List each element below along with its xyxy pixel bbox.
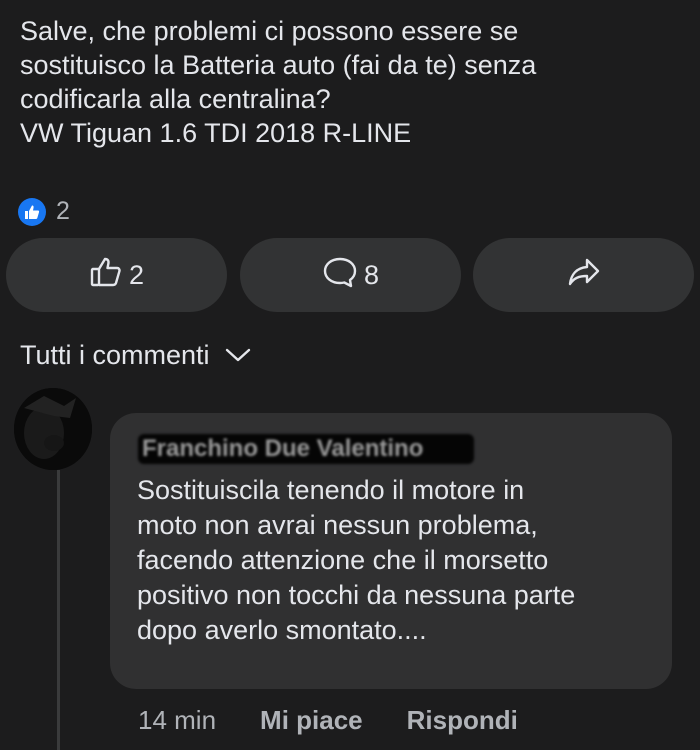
comment-line: moto non avrai nessun problema,: [137, 510, 538, 540]
share-button[interactable]: [473, 238, 694, 312]
post-line: sostituisco la Batteria auto (fai da te)…: [20, 50, 537, 80]
reaction-count: 2: [56, 197, 70, 225]
avatar[interactable]: [14, 388, 92, 470]
comment-time: 14 min: [138, 705, 217, 735]
comment-meta: 14 min Mi piace Rispondi: [138, 705, 562, 736]
reaction-summary[interactable]: 2: [18, 197, 70, 226]
comment-line: positivo non tocchi da nessuna parte: [137, 580, 576, 610]
comments-filter[interactable]: Tutti i commenti: [20, 340, 252, 371]
post-text: Salve, che problemi ci possono essere se…: [20, 14, 680, 150]
comment-button[interactable]: 8: [240, 238, 461, 312]
thread-line: [57, 470, 60, 750]
comment-author-redacted[interactable]: Franchino Due Valentino: [138, 434, 474, 464]
thumbs-up-icon: [89, 255, 123, 296]
comment-like-button[interactable]: Mi piace: [260, 705, 363, 736]
like-button[interactable]: 2: [6, 238, 227, 312]
comment-count: 8: [363, 259, 380, 290]
like-count: 2: [128, 259, 145, 290]
comment-text: Sostituiscila tenendo il motore in moto …: [137, 473, 657, 648]
post-line: Salve, che problemi ci possono essere se: [20, 16, 519, 46]
like-badge-icon: [18, 197, 46, 226]
comment-line: Sostituiscila tenendo il motore in: [137, 475, 525, 505]
comment-icon: [322, 255, 358, 296]
comment-line: dopo averlo smontato....: [137, 615, 427, 645]
comments-filter-label: Tutti i commenti: [20, 340, 210, 370]
post-line: codificarla alla centralina?: [20, 84, 331, 114]
post-line: VW Tiguan 1.6 TDI 2018 R-LINE: [20, 118, 412, 148]
share-icon: [567, 257, 601, 294]
chevron-down-icon: [224, 340, 252, 371]
comment-line: facendo attenzione che il morsetto: [137, 545, 549, 575]
comment-reply-button[interactable]: Rispondi: [407, 705, 518, 736]
